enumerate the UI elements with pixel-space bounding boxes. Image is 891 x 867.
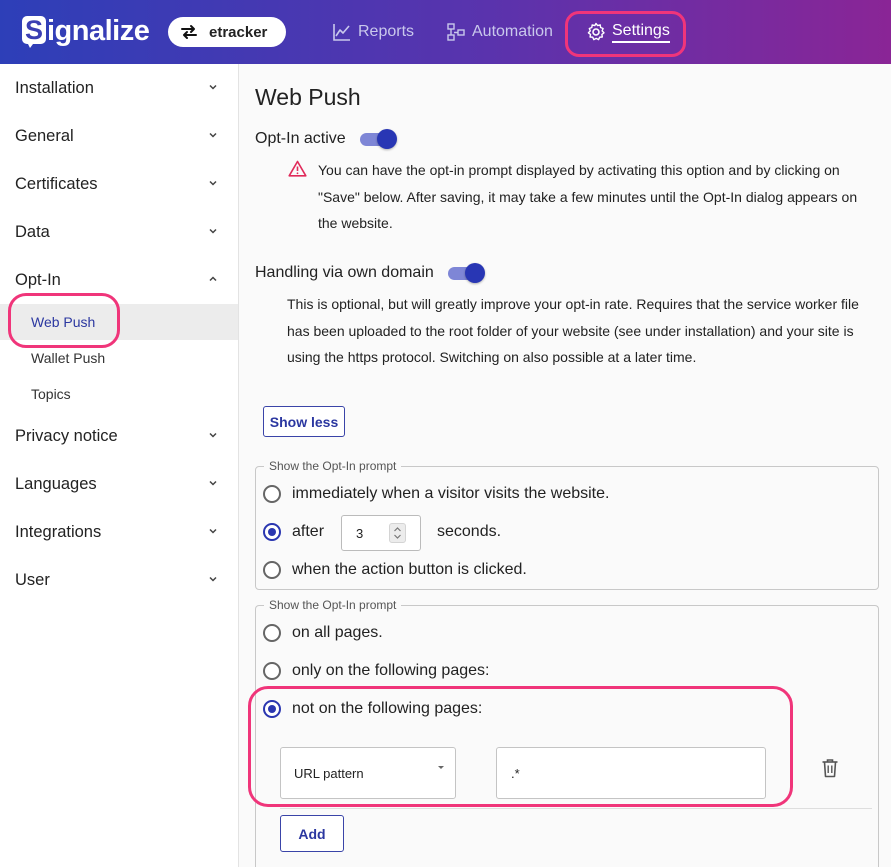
pages-option-label: on all pages. xyxy=(292,624,383,641)
sidebar-item-label: Privacy notice xyxy=(15,426,118,445)
sidebar-item-user[interactable]: User xyxy=(0,556,238,604)
sidebar-item-label: Integrations xyxy=(15,522,102,541)
radio-button[interactable] xyxy=(263,662,281,680)
seconds-value: 3 xyxy=(356,525,364,541)
sidebar-item-label: Languages xyxy=(15,474,97,493)
radio-button[interactable] xyxy=(263,561,281,579)
number-spinner[interactable] xyxy=(389,523,406,543)
timing-option-after[interactable]: after xyxy=(263,523,324,541)
sidebar-item-certificates[interactable]: Certificates xyxy=(0,160,238,208)
nav-automation-label: Automation xyxy=(472,23,553,40)
pages-option-only[interactable]: only on the following pages: xyxy=(263,662,489,680)
line-chart-icon xyxy=(333,24,350,41)
chevron-down-icon xyxy=(209,228,217,234)
chevron-down-icon xyxy=(209,132,217,138)
warning-icon xyxy=(288,160,307,177)
web-push-highlight-outline xyxy=(8,293,120,348)
timing-option-action-button[interactable]: when the action button is clicked. xyxy=(263,561,527,579)
chevron-down-icon xyxy=(209,528,217,534)
divider xyxy=(280,808,872,809)
nav-reports-label: Reports xyxy=(358,23,415,40)
own-domain-label: Handling via own domain xyxy=(255,264,434,281)
spinner-arrows-icon xyxy=(394,527,401,539)
timing-option-label: immediately when a visitor visits the we… xyxy=(292,485,610,502)
sidebar-item-languages[interactable]: Languages xyxy=(0,460,238,508)
timing-option-label: after xyxy=(292,523,325,540)
sidebar-item-label: User xyxy=(15,570,50,589)
settings-sidebar: Installation General Certificates Data O… xyxy=(0,64,239,867)
account-switcher[interactable]: etracker xyxy=(168,17,286,47)
timing-option-immediately[interactable]: immediately when a visitor visits the we… xyxy=(263,485,609,503)
account-name: etracker xyxy=(209,23,268,41)
optin-active-label: Opt-In active xyxy=(255,130,346,147)
radio-button[interactable] xyxy=(263,624,281,642)
pages-option-all[interactable]: on all pages. xyxy=(263,624,383,642)
sidebar-item-general[interactable]: General xyxy=(0,112,238,160)
show-less-button[interactable]: Show less xyxy=(263,406,345,437)
pages-option-label: only on the following pages: xyxy=(292,662,490,679)
trash-icon[interactable] xyxy=(821,758,839,778)
add-rule-button[interactable]: Add xyxy=(280,815,344,852)
not-on-pages-highlight-outline xyxy=(248,686,793,807)
sidebar-item-label: Data xyxy=(15,222,50,241)
sidebar-item-label: General xyxy=(15,126,74,145)
timing-option-label: when the action button is clicked. xyxy=(292,561,527,578)
own-domain-note: This is optional, but will greatly impro… xyxy=(287,296,859,365)
chevron-up-icon xyxy=(209,276,217,282)
sidebar-subitem-topics[interactable]: Topics xyxy=(0,376,238,412)
sidebar-item-data[interactable]: Data xyxy=(0,208,238,256)
sidebar-item-integrations[interactable]: Integrations xyxy=(0,508,238,556)
optin-active-note: You can have the opt-in prompt displayed… xyxy=(318,162,858,231)
optin-pages-legend: Show the Opt-In prompt xyxy=(264,598,402,612)
chevron-down-icon xyxy=(209,180,217,186)
chevron-down-icon xyxy=(209,576,217,582)
logo-text: ignalize xyxy=(47,14,150,47)
radio-button-selected[interactable] xyxy=(263,523,281,541)
top-bar: S ignalize etracker Reports Automation S… xyxy=(0,0,891,64)
sidebar-item-label: Installation xyxy=(15,78,94,97)
sidebar-subitem-label: Topics xyxy=(31,386,71,402)
chevron-down-icon xyxy=(209,480,217,486)
chevron-down-icon xyxy=(209,84,217,90)
nav-automation[interactable]: Automation xyxy=(446,20,553,44)
logo-bubble-icon: S xyxy=(22,14,46,48)
radio-button[interactable] xyxy=(263,485,281,503)
optin-active-toggle[interactable] xyxy=(359,128,397,150)
settings-highlight-outline xyxy=(565,11,686,57)
sidebar-item-installation[interactable]: Installation xyxy=(0,64,238,112)
sidebar-subitem-label: Wallet Push xyxy=(31,350,106,366)
sidebar-item-privacy-notice[interactable]: Privacy notice xyxy=(0,412,238,460)
own-domain-row: Handling via own domain xyxy=(255,262,485,284)
nav-reports[interactable]: Reports xyxy=(332,20,414,44)
seconds-label: seconds. xyxy=(437,523,502,540)
own-domain-toggle[interactable] xyxy=(447,262,485,284)
seconds-number-input[interactable]: 3 xyxy=(341,515,421,551)
swap-arrows-icon xyxy=(181,25,197,39)
optin-active-row: Opt-In active xyxy=(255,128,397,150)
signalize-logo[interactable]: S ignalize xyxy=(22,12,150,50)
optin-timing-legend: Show the Opt-In prompt xyxy=(264,459,402,473)
chevron-down-icon xyxy=(209,432,217,438)
automation-flow-icon xyxy=(447,23,465,41)
sidebar-item-label: Certificates xyxy=(15,174,98,193)
sidebar-item-label: Opt-In xyxy=(15,270,61,289)
page-title: Web Push xyxy=(255,84,361,110)
